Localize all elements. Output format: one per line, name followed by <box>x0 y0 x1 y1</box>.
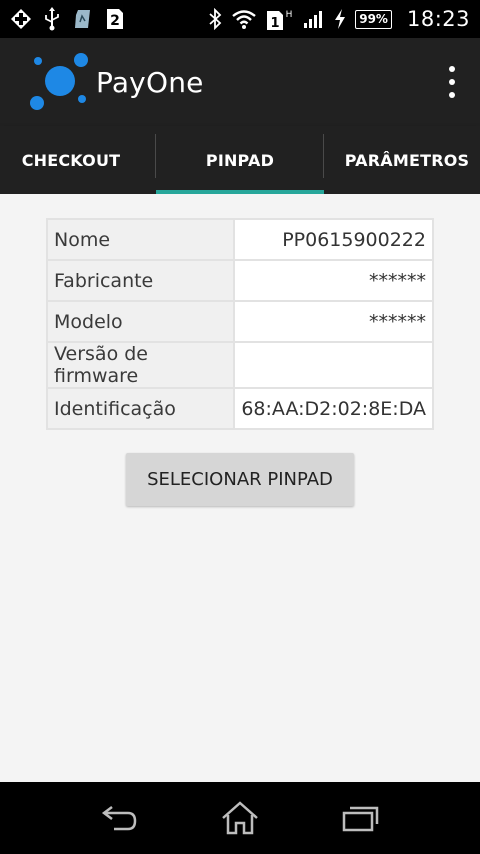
sim-1-label: 1 <box>271 16 280 31</box>
tab-pinpad[interactable]: PINPAD <box>156 126 324 194</box>
row-value <box>233 341 434 389</box>
battery-level: 99% <box>355 9 392 29</box>
sd-card-icon <box>72 8 94 30</box>
row-label: Nome <box>45 218 236 261</box>
status-bar: 2 1 H 99% 18:23 <box>0 0 480 38</box>
usb-icon <box>44 7 60 31</box>
table-row: Fabricante ****** <box>45 259 434 302</box>
select-pinpad-button[interactable]: SELECIONAR PINPAD <box>126 453 354 506</box>
tab-parametros[interactable]: PARÂMETROS <box>324 126 480 194</box>
row-value: PP0615900222 <box>233 218 434 261</box>
network-type-label: H <box>286 10 293 20</box>
row-value: ****** <box>233 259 434 302</box>
home-button[interactable] <box>210 788 270 848</box>
signal-icon <box>303 9 325 29</box>
table-row: Modelo ****** <box>45 300 434 343</box>
table-row: Nome PP0615900222 <box>45 218 434 261</box>
sim-2-icon: 2 <box>106 8 124 30</box>
row-value: 68:AA:D2:02:8E:DA <box>233 387 434 430</box>
sim-2-label: 2 <box>110 13 120 29</box>
tab-parametros-label: PARÂMETROS <box>344 150 470 170</box>
app-bar: PayOne <box>0 38 480 126</box>
recents-icon <box>342 806 379 832</box>
pinpad-content: Nome PP0615900222 Fabricante ****** Mode… <box>0 194 480 782</box>
recents-button[interactable] <box>330 788 390 848</box>
row-value: ****** <box>233 300 434 343</box>
tab-pinpad-label: PINPAD <box>205 150 275 170</box>
wifi-icon <box>231 9 257 29</box>
back-icon <box>101 806 137 831</box>
tab-bar: CHECKOUT PINPAD PARÂMETROS <box>0 126 480 194</box>
home-icon <box>222 801 258 835</box>
back-button[interactable] <box>90 788 150 848</box>
sim-1-icon: 1 H <box>266 7 294 31</box>
navigation-bar <box>0 782 480 854</box>
row-label: Fabricante <box>45 259 236 302</box>
bluetooth-icon <box>208 8 222 30</box>
tab-checkout-label: CHECKOUT <box>21 150 121 170</box>
pinpad-info-table: Nome PP0615900222 Fabricante ****** Mode… <box>45 218 434 430</box>
payone-logo-icon <box>30 53 88 110</box>
table-row: Versão de firmware <box>45 341 434 389</box>
health-plus-icon <box>10 8 32 30</box>
row-label: Modelo <box>45 300 236 343</box>
overflow-menu-icon[interactable] <box>446 66 458 98</box>
screen: 2 1 H 99% 18:23 PayOne CHECKOUT PINPAD P… <box>0 0 480 854</box>
charging-icon <box>334 9 346 29</box>
row-label: Versão de firmware <box>45 341 236 389</box>
clock: 18:23 <box>406 7 470 31</box>
table-row: Identificação 68:AA:D2:02:8E:DA <box>45 387 434 430</box>
app-title: PayOne <box>96 65 204 99</box>
row-label: Identificação <box>45 387 236 430</box>
tab-checkout[interactable]: CHECKOUT <box>0 126 156 194</box>
